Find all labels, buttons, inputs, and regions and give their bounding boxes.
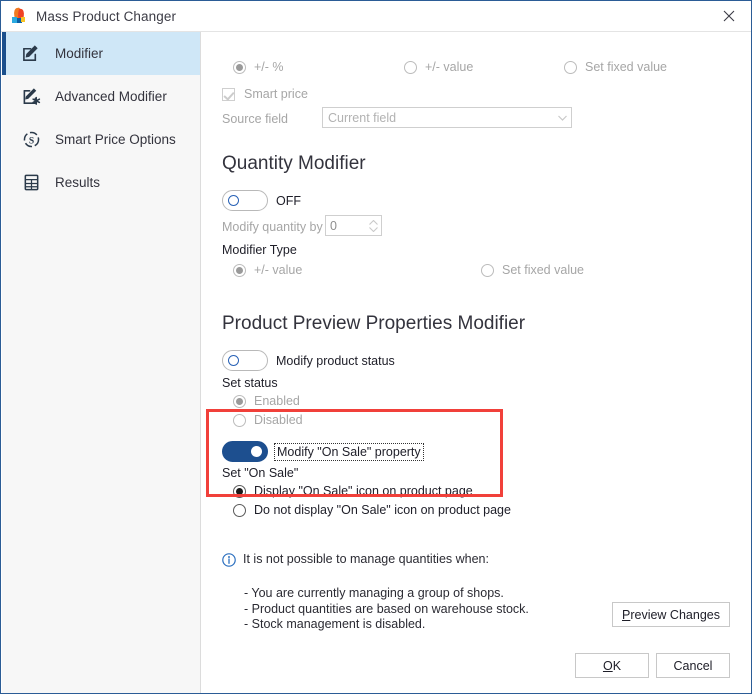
- app-logo-icon: [11, 8, 27, 24]
- info-line: - You are currently managing a group of …: [244, 586, 529, 602]
- modifier-type-label: Modifier Type: [222, 243, 297, 257]
- radio-label: +/- %: [254, 60, 284, 74]
- grid-table-icon: [20, 172, 42, 194]
- sidebar-item-advanced-modifier[interactable]: Advanced Modifier: [2, 75, 200, 118]
- radio-label: +/- value: [254, 263, 302, 277]
- sidebar: Modifier Advanced Modifier S Smart Pr: [2, 32, 201, 694]
- close-icon[interactable]: [706, 1, 751, 31]
- sidebar-item-results[interactable]: Results: [2, 161, 200, 204]
- radio-label: +/- value: [425, 60, 473, 74]
- info-line: - Stock management is disabled.: [244, 617, 529, 633]
- set-status-label: Set status: [222, 376, 278, 390]
- info-circle-icon: [222, 553, 236, 567]
- radio-indicator: [404, 61, 417, 74]
- radio-indicator: [233, 414, 246, 427]
- main-content: +/- % +/- value Set fixed value Smart pr…: [201, 32, 751, 694]
- title-bar: Mass Product Changer: [1, 1, 751, 32]
- info-lines: - You are currently managing a group of …: [244, 586, 529, 633]
- preview-properties-title: Product Preview Properties Modifier: [222, 313, 525, 335]
- app-window: Mass Product Changer Modifier: [0, 0, 752, 694]
- source-field-value: Current field: [328, 111, 553, 125]
- quantity-value: 0: [326, 216, 365, 235]
- radio-indicator: [233, 395, 246, 408]
- radio-indicator: [233, 264, 246, 277]
- modify-on-sale-toggle[interactable]: Modify "On Sale" property: [222, 441, 422, 462]
- toggle-switch: [222, 190, 268, 211]
- info-line: - Product quantities are based on wareho…: [244, 602, 529, 618]
- source-field-select[interactable]: Current field: [322, 107, 572, 128]
- pencil-edit-star-icon: [20, 86, 42, 108]
- svg-text:S: S: [28, 136, 33, 146]
- on-sale-option-hide[interactable]: Do not display "On Sale" icon on product…: [233, 503, 511, 517]
- window-title: Mass Product Changer: [36, 9, 176, 24]
- checkbox-indicator: [222, 88, 235, 101]
- price-modifier-type-percent[interactable]: +/- %: [233, 60, 284, 74]
- chevron-down-icon: [553, 108, 571, 127]
- radio-label: Set fixed value: [585, 60, 667, 74]
- ok-accel: O: [603, 659, 613, 673]
- info-notice: It is not possible to manage quantities …: [222, 552, 489, 567]
- radio-indicator: [233, 504, 246, 517]
- sidebar-item-label: Modifier: [55, 46, 103, 61]
- preview-changes-label: review Changes: [630, 608, 720, 622]
- status-option-disabled[interactable]: Disabled: [233, 413, 303, 427]
- pencil-edit-icon: [20, 43, 42, 65]
- modify-quantity-by-label: Modify quantity by: [222, 220, 323, 234]
- source-field-label: Source field: [222, 112, 288, 126]
- stepper-arrows[interactable]: [365, 216, 381, 235]
- toggle-state-label: OFF: [276, 194, 301, 208]
- sidebar-item-modifier[interactable]: Modifier: [2, 32, 200, 75]
- preview-changes-button[interactable]: Preview Changes: [612, 602, 730, 627]
- toggle-label: Modify "On Sale" property: [276, 445, 422, 459]
- sidebar-item-label: Results: [55, 175, 100, 190]
- circular-s-icon: S: [20, 129, 42, 151]
- cancel-button[interactable]: Cancel: [656, 653, 730, 678]
- quantity-modifier-type-value[interactable]: +/- value: [233, 263, 302, 277]
- quantity-modifier-toggle[interactable]: OFF: [222, 190, 301, 211]
- quantity-modifier-title: Quantity Modifier: [222, 153, 366, 175]
- toggle-label: Modify product status: [276, 354, 395, 368]
- set-on-sale-label: Set "On Sale": [222, 466, 298, 480]
- price-modifier-type-fixed[interactable]: Set fixed value: [564, 60, 667, 74]
- price-modifier-type-value[interactable]: +/- value: [404, 60, 473, 74]
- smart-price-label: Smart price: [244, 87, 308, 101]
- radio-indicator: [481, 264, 494, 277]
- radio-label: Display "On Sale" icon on product page: [254, 484, 473, 498]
- on-sale-option-display[interactable]: Display "On Sale" icon on product page: [233, 484, 473, 498]
- radio-indicator: [233, 485, 246, 498]
- sidebar-item-label: Advanced Modifier: [55, 89, 167, 104]
- toggle-switch: [222, 350, 268, 371]
- sidebar-item-smart-price-options[interactable]: S Smart Price Options: [2, 118, 200, 161]
- info-heading: It is not possible to manage quantities …: [243, 552, 489, 566]
- sidebar-item-label: Smart Price Options: [55, 132, 176, 147]
- quantity-modifier-type-fixed[interactable]: Set fixed value: [481, 263, 584, 277]
- radio-indicator: [233, 61, 246, 74]
- status-option-enabled[interactable]: Enabled: [233, 394, 300, 408]
- radio-label: Enabled: [254, 394, 300, 408]
- radio-label: Disabled: [254, 413, 303, 427]
- radio-indicator: [564, 61, 577, 74]
- ok-button[interactable]: OK: [575, 653, 649, 678]
- cancel-label: Cancel: [674, 659, 713, 673]
- toggle-switch: [222, 441, 268, 462]
- radio-label: Set fixed value: [502, 263, 584, 277]
- radio-label: Do not display "On Sale" icon on product…: [254, 503, 511, 517]
- ok-label: K: [613, 659, 621, 673]
- quantity-stepper[interactable]: 0: [325, 215, 382, 236]
- smart-price-checkbox[interactable]: Smart price: [222, 87, 308, 101]
- modify-product-status-toggle[interactable]: Modify product status: [222, 350, 395, 371]
